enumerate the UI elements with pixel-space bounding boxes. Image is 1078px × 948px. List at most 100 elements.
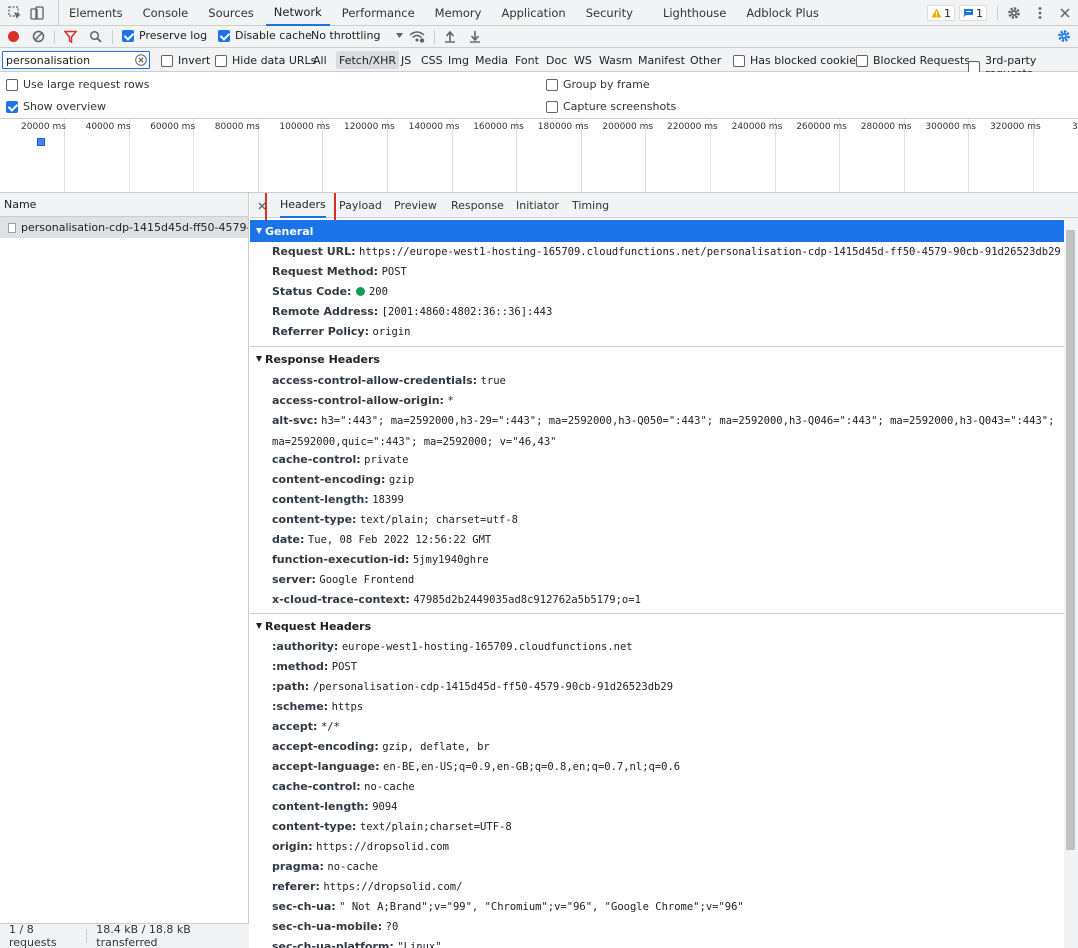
filter-field[interactable]: [2, 51, 150, 69]
messages-badge[interactable]: 1: [959, 5, 987, 21]
response-header-key: access-control-allow-credentials:: [272, 374, 478, 387]
request-header-row: origin: https://dropsolid.com: [272, 837, 1062, 857]
network-settings-gear-icon[interactable]: [1057, 29, 1071, 43]
device-toolbar-icon[interactable]: [28, 4, 46, 22]
warnings-badge[interactable]: 1: [927, 5, 955, 21]
request-count: 1 / 8 requests: [9, 923, 57, 948]
clear-filter-icon[interactable]: [135, 54, 147, 66]
request-header-key: accept-encoding:: [272, 740, 379, 753]
response-header-row: x-cloud-trace-context: 47985d2b2449035ad…: [272, 590, 1062, 610]
tab-console[interactable]: Console: [135, 0, 197, 26]
tab-preview[interactable]: Preview: [394, 193, 437, 218]
show-overview-checkbox[interactable]: Show overview: [6, 100, 106, 113]
request-header-value: gzip, deflate, br: [382, 741, 490, 753]
filter-type-css[interactable]: CSS: [418, 51, 446, 69]
blocked-requests-checkbox[interactable]: Blocked Requests: [856, 54, 970, 67]
settings-gear-icon[interactable]: [1005, 4, 1023, 22]
request-header-value: */*: [320, 721, 340, 733]
general-value: 200: [368, 286, 388, 298]
tab-memory[interactable]: Memory: [427, 0, 490, 26]
tab-payload[interactable]: Payload: [339, 193, 382, 218]
more-options-icon[interactable]: [1031, 4, 1049, 22]
filter-type-media[interactable]: Media: [472, 51, 511, 69]
network-toolbar: Preserve log Disable cache No throttling: [0, 26, 1078, 48]
close-devtools-icon[interactable]: [1056, 4, 1074, 22]
overview-tick-label: 320000 ms: [990, 122, 1041, 132]
request-headers-section-header[interactable]: Request Headers: [250, 615, 1064, 637]
response-header-key: alt-svc:: [272, 414, 318, 427]
name-column-header[interactable]: Name: [0, 193, 248, 217]
network-conditions-icon[interactable]: [409, 30, 425, 43]
response-header-value: 18399: [372, 494, 404, 506]
scrollbar[interactable]: [1064, 218, 1078, 948]
filter-type-font[interactable]: Font: [512, 51, 542, 69]
inspect-element-icon[interactable]: [6, 4, 24, 22]
tab-adblock-plus[interactable]: Adblock Plus: [738, 0, 827, 26]
general-section-header[interactable]: General: [250, 220, 1064, 242]
overview-tick-label: 40000 ms: [85, 122, 131, 132]
filter-bar: Invert Hide data URLs All Fetch/XHR JS C…: [0, 48, 1078, 80]
filter-type-ws[interactable]: WS: [571, 51, 595, 69]
tab-application[interactable]: Application: [493, 0, 573, 26]
general-key: Request URL:: [272, 245, 356, 258]
filter-type-wasm[interactable]: Wasm: [596, 51, 635, 69]
tab-initiator[interactable]: Initiator: [516, 193, 559, 218]
tab-security[interactable]: Security: [578, 0, 641, 26]
request-header-value: 9094: [372, 801, 398, 813]
tab-network[interactable]: Network: [265, 0, 330, 26]
response-header-row: content-length: 18399: [272, 490, 1062, 510]
request-header-row: :path: /personalisation-cdp-1415d45d-ff5…: [272, 677, 1062, 697]
response-header-value: Tue, 08 Feb 2022 12:56:22 GMT: [307, 534, 492, 546]
general-value: POST: [381, 266, 407, 278]
throttling-select[interactable]: No throttling: [311, 29, 404, 42]
scrollbar-thumb[interactable]: [1066, 230, 1075, 850]
filter-type-fetch-xhr[interactable]: Fetch/XHR: [336, 51, 399, 69]
capture-screenshots-checkbox[interactable]: Capture screenshots: [546, 100, 676, 113]
group-by-frame-checkbox[interactable]: Group by frame: [546, 78, 650, 91]
filter-icon[interactable]: [64, 30, 77, 43]
response-header-value: 5jmy1940ghre: [412, 554, 489, 566]
hide-data-urls-checkbox[interactable]: Hide data URLs: [215, 54, 316, 67]
section-divider: [250, 613, 1064, 614]
tab-sources[interactable]: Sources: [200, 0, 262, 26]
filter-type-other[interactable]: Other: [687, 51, 724, 69]
general-value: https://europe-west1-hosting-165709.clou…: [359, 246, 1061, 258]
request-row[interactable]: personalisation-cdp-1415d45d-ff50-4579-9…: [0, 217, 248, 238]
response-header-row: access-control-allow-credentials: true: [272, 371, 1062, 391]
overview-tick-label: 20000 ms: [21, 122, 66, 132]
request-header-key: :authority:: [272, 640, 339, 653]
timeline-overview[interactable]: 20000 ms 40000 ms 60000 ms 80000 ms 100000 m…: [0, 119, 1078, 193]
large-rows-label: Use large request rows: [23, 78, 150, 91]
messages-count: 1: [976, 6, 983, 20]
triangle-down-icon: [256, 228, 262, 234]
filter-type-img[interactable]: Img: [445, 51, 472, 69]
response-header-value: h3=":443"; ma=2592000,h3-29=":443"; ma=2…: [272, 415, 1055, 448]
tab-response[interactable]: Response: [451, 193, 504, 218]
response-header-key: server:: [272, 573, 316, 586]
tab-performance[interactable]: Performance: [334, 0, 423, 26]
disable-cache-checkbox[interactable]: Disable cache: [218, 29, 312, 42]
clear-icon[interactable]: [32, 30, 45, 43]
response-header-row: server: Google Frontend: [272, 570, 1062, 590]
network-settings-pane: Use large request rows Show overview Gro…: [0, 72, 1078, 119]
search-icon[interactable]: [89, 30, 102, 43]
record-icon[interactable]: [7, 30, 20, 43]
import-har-icon[interactable]: [444, 30, 456, 43]
response-headers-section-header[interactable]: Response Headers: [250, 348, 1064, 370]
invert-checkbox[interactable]: Invert: [161, 54, 210, 67]
tab-lighthouse[interactable]: Lighthouse: [655, 0, 734, 26]
preserve-log-checkbox[interactable]: Preserve log: [122, 29, 207, 42]
filter-type-all[interactable]: All: [310, 51, 330, 69]
filter-type-js[interactable]: JS: [398, 51, 414, 69]
filter-type-manifest[interactable]: Manifest: [635, 51, 688, 69]
has-blocked-cookies-checkbox[interactable]: Has blocked cookies: [733, 54, 862, 67]
export-har-icon[interactable]: [469, 30, 481, 43]
large-rows-checkbox[interactable]: Use large request rows: [6, 78, 149, 91]
filter-input[interactable]: [3, 52, 133, 68]
tab-timing[interactable]: Timing: [572, 193, 609, 218]
filter-type-doc[interactable]: Doc: [543, 51, 570, 69]
request-header-key: sec-ch-ua-mobile:: [272, 920, 383, 933]
status-ok-dot: [355, 287, 365, 296]
tab-elements[interactable]: Elements: [61, 0, 131, 26]
request-header-row: accept-encoding: gzip, deflate, br: [272, 737, 1062, 757]
